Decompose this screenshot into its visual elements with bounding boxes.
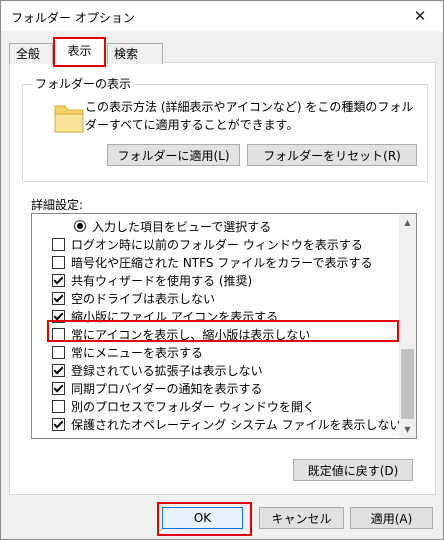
folder-views-description: この表示方法 (詳細表示やアイコンなど) をこの種類のフォルダーすべてに適用する… — [85, 100, 414, 132]
list-scrollbar[interactable]: ▲ ▼ — [399, 214, 416, 438]
item-label: 登録されている拡張子は表示しない — [71, 363, 263, 378]
button-label: 適用(A) — [370, 511, 413, 526]
checkbox[interactable] — [52, 291, 65, 305]
checkbox[interactable] — [52, 417, 65, 431]
tab-view[interactable]: 表示 — [53, 37, 106, 67]
close-button[interactable]: ✕ — [397, 1, 443, 31]
folder-icon — [54, 105, 84, 133]
item-label: 暗号化や圧縮された NTFS ファイルをカラーで表示する — [71, 255, 373, 270]
list-item[interactable]: 暗号化や圧縮された NTFS ファイルをカラーで表示する — [52, 253, 373, 271]
advanced-settings-label: 詳細設定: — [31, 198, 84, 212]
folder-views-label: フォルダーの表示 — [32, 75, 135, 92]
checkbox[interactable] — [52, 381, 65, 395]
item-label: 保護されたオペレーティング システム ファイルを表示しない (推奨) — [71, 417, 417, 432]
button-label: フォルダーに適用(L) — [117, 148, 230, 163]
item-label: 別のプロセスでフォルダー ウィンドウを開く — [71, 399, 315, 414]
checkbox[interactable] — [52, 255, 65, 269]
apply-to-folders-button[interactable]: フォルダーに適用(L) — [107, 144, 240, 166]
button-label: OK — [193, 511, 212, 525]
checkbox[interactable] — [52, 237, 65, 251]
item-label: ログオン時に以前のフォルダー ウィンドウを表示する — [71, 237, 363, 252]
checkbox[interactable] — [52, 273, 65, 287]
restore-defaults-button[interactable]: 既定値に戻す(D) — [293, 459, 413, 481]
tab-label: 全般 — [16, 47, 41, 61]
button-label: 既定値に戻す(D) — [307, 463, 399, 478]
list-item[interactable]: 登録されている拡張子は表示しない — [52, 361, 263, 379]
reset-folders-button[interactable]: フォルダーをリセット(R) — [247, 144, 417, 166]
radio-button[interactable] — [74, 220, 86, 232]
tab-label: 検索 — [114, 47, 139, 61]
item-label: 空のドライブは表示しない — [71, 291, 216, 306]
list-item[interactable]: 入力した項目をビューで選択する — [74, 217, 271, 235]
item-label: 共有ウィザードを使用する (推奨) — [71, 273, 253, 288]
list-item[interactable]: 常にメニューを表示する — [52, 343, 203, 361]
tab-label: 表示 — [67, 44, 92, 58]
tab-search[interactable]: 検索 — [107, 43, 163, 64]
scroll-up-icon[interactable]: ▲ — [399, 214, 416, 231]
item-label: 入力した項目をビューで選択する — [92, 219, 272, 234]
cancel-button[interactable]: キャンセル — [259, 507, 344, 529]
window-title: フォルダー オプション — [11, 11, 135, 25]
scroll-down-icon[interactable]: ▼ — [399, 421, 416, 438]
button-label: フォルダーをリセット(R) — [263, 148, 401, 163]
checkbox[interactable] — [52, 399, 65, 413]
list-item[interactable]: 同期プロバイダーの通知を表示する — [52, 379, 263, 397]
close-icon: ✕ — [413, 7, 427, 25]
tab-general[interactable]: 全般 — [9, 43, 53, 64]
title-bar: フォルダー オプション ✕ — [1, 1, 443, 31]
scroll-thumb[interactable] — [401, 349, 414, 419]
list-item[interactable]: 共有ウィザードを使用する (推奨) — [52, 271, 252, 289]
list-item[interactable]: ログオン時に以前のフォルダー ウィンドウを表示する — [52, 235, 363, 253]
list-item[interactable]: 空のドライブは表示しない — [52, 289, 215, 307]
apply-button[interactable]: 適用(A) — [350, 507, 433, 529]
highlight-box — [47, 320, 399, 342]
folder-options-dialog: フォルダー オプション ✕ 全般 表示 検索 フォルダーの表示 この表示方法 (… — [0, 0, 444, 540]
item-label: 常にメニューを表示する — [71, 345, 204, 360]
item-label: 同期プロバイダーの通知を表示する — [71, 381, 263, 396]
list-item[interactable]: 保護されたオペレーティング システム ファイルを表示しない (推奨) — [52, 415, 417, 433]
button-label: キャンセル — [271, 511, 332, 526]
ok-button[interactable]: OK — [162, 507, 243, 529]
checkbox[interactable] — [52, 363, 65, 377]
checkbox[interactable] — [52, 345, 65, 359]
list-item[interactable]: 別のプロセスでフォルダー ウィンドウを開く — [52, 397, 315, 415]
